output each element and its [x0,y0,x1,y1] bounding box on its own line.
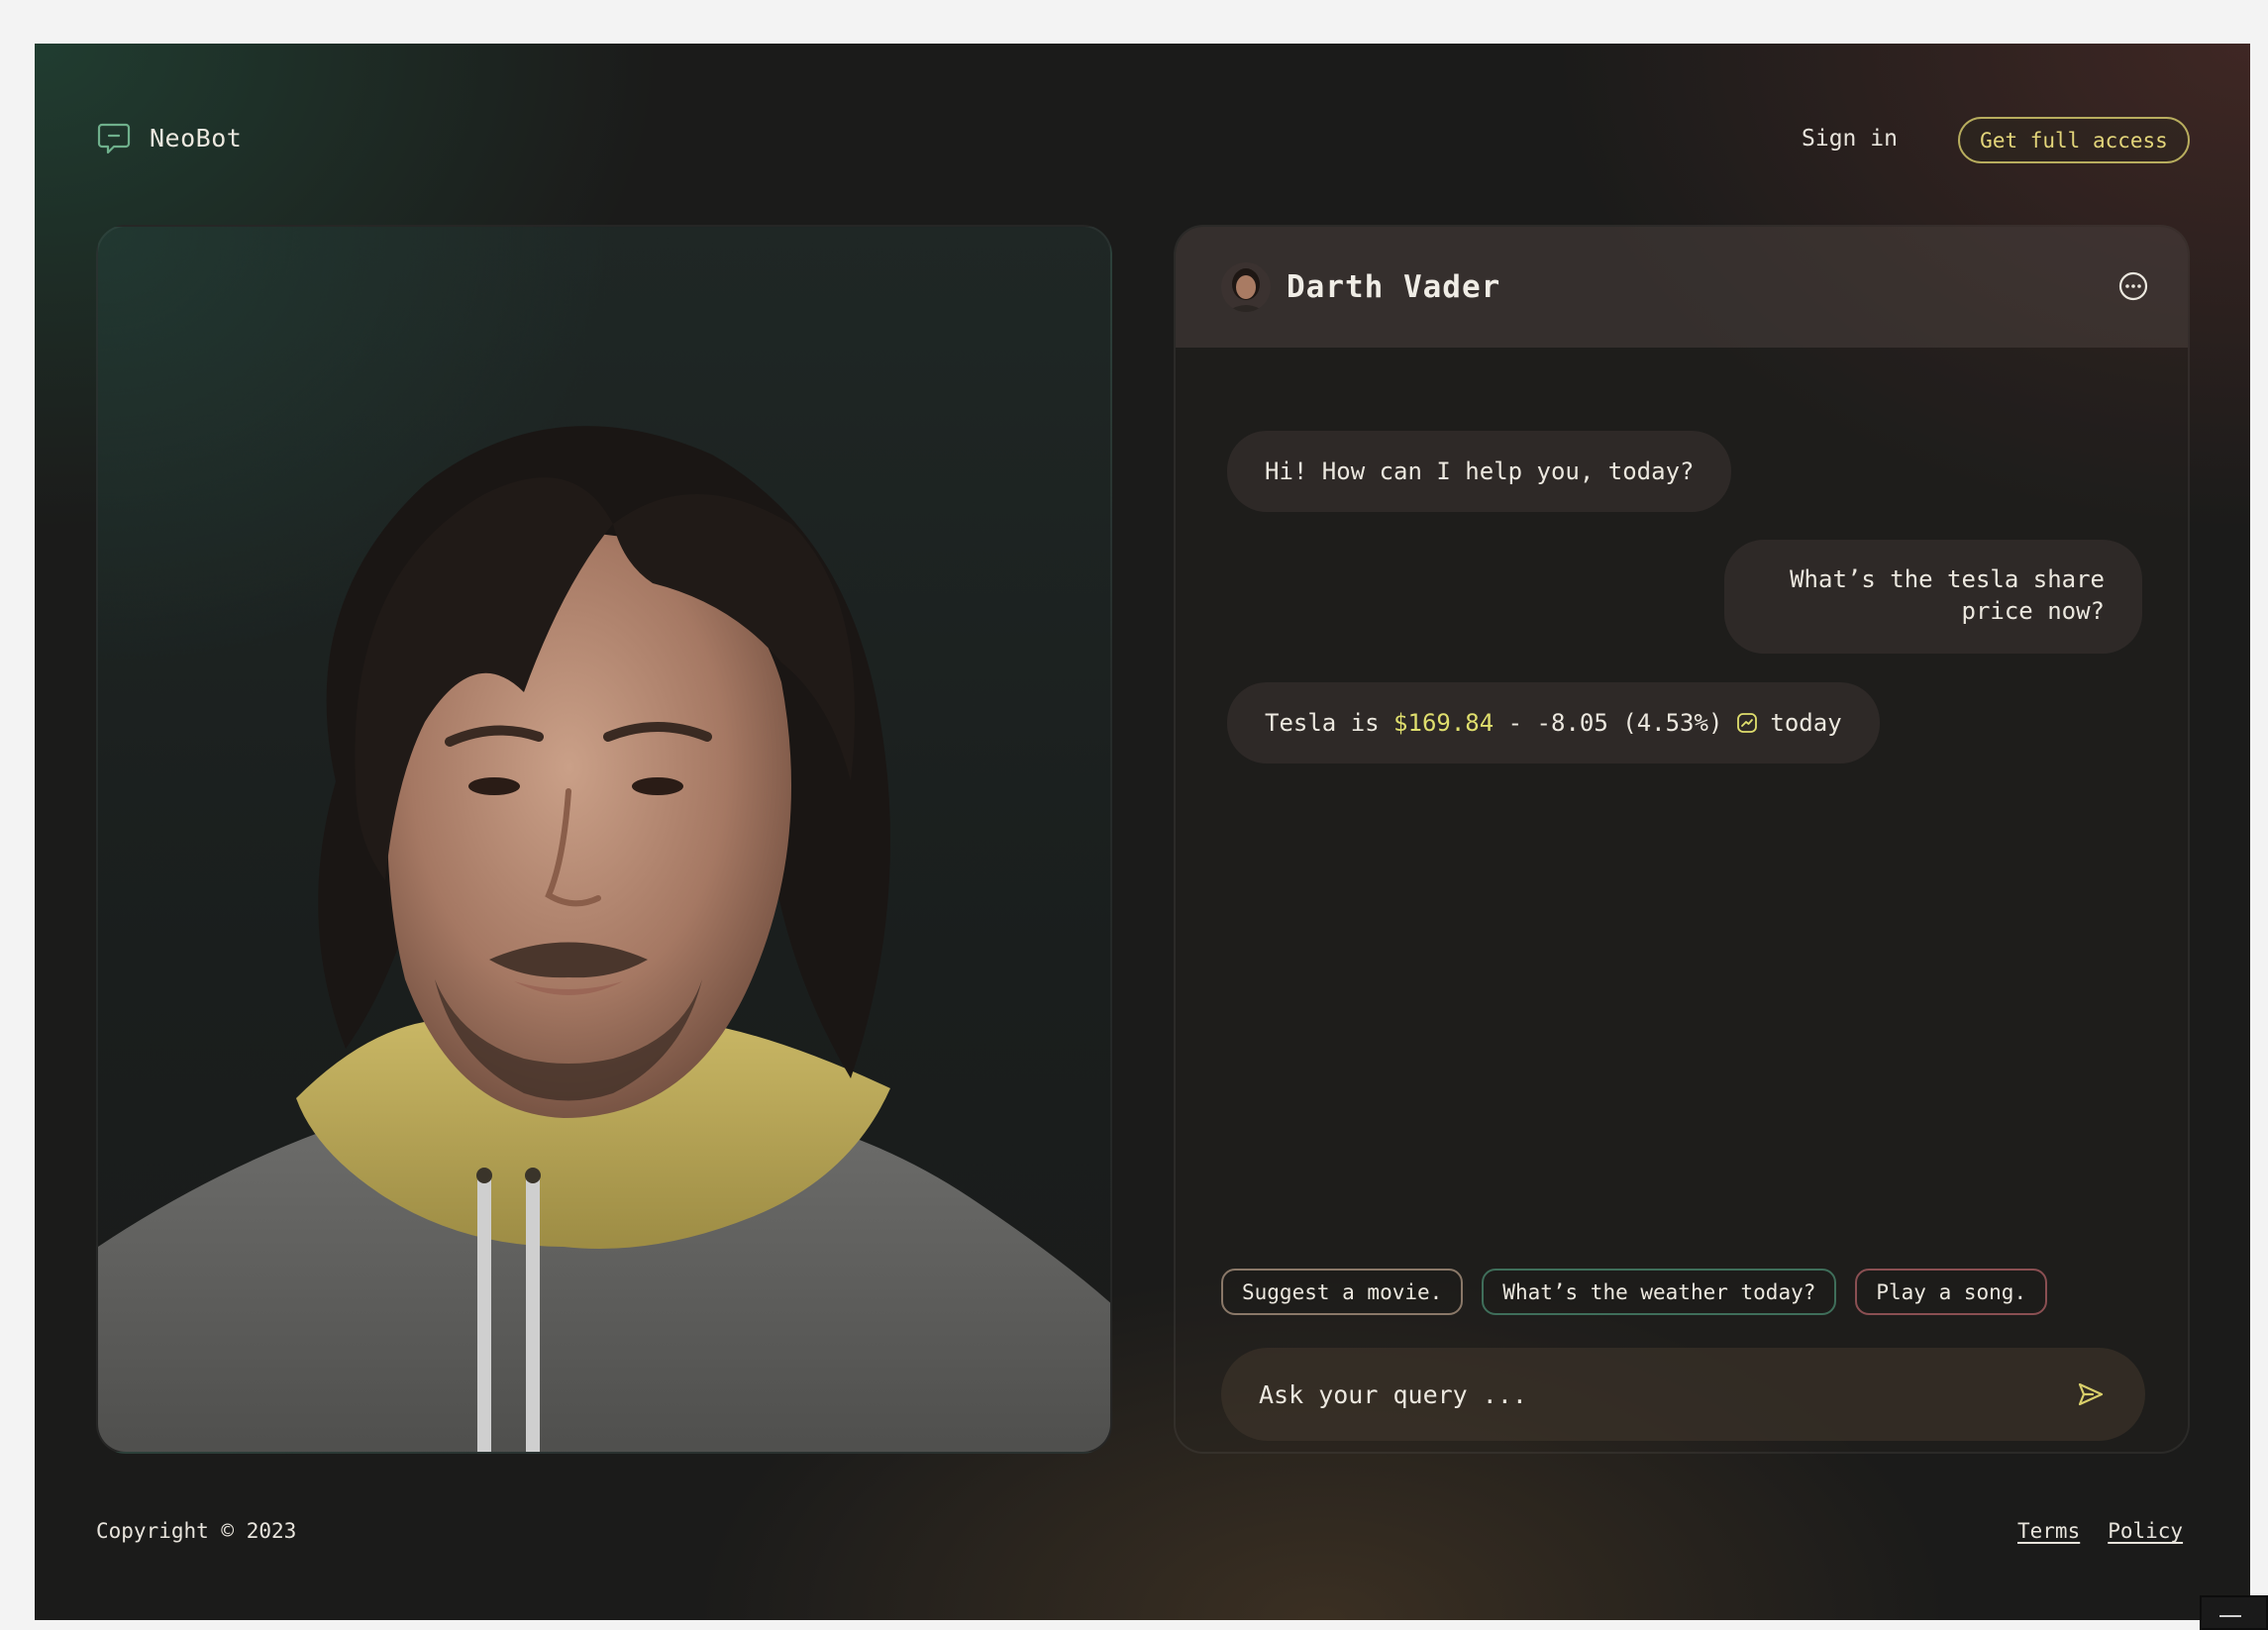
suggestion-chips: Suggest a movie. What’s the weather toda… [1221,1269,2048,1315]
bot-name: Darth Vader [1287,269,1501,305]
stock-change: - -8.05 (4.53%) [1494,709,1723,737]
stock-price: $169.84 [1393,709,1495,737]
suggestion-chip-weather[interactable]: What’s the weather today? [1482,1269,1837,1315]
message-suffix: today [1770,709,1842,737]
query-input[interactable] [1259,1379,2051,1409]
chat-panel: Darth Vader Hi! How can I help you, toda… [1174,225,2190,1454]
brand-name: NeoBot [150,123,243,153]
get-full-access-button[interactable]: Get full access [1958,117,2190,163]
footer-links: Terms Policy [2017,1519,2183,1543]
terms-link[interactable]: Terms [2017,1519,2080,1543]
suggestion-chip-movie[interactable]: Suggest a movie. [1221,1269,1464,1315]
user-message: What’s the tesla share price now? [1724,540,2142,654]
bot-message: Hi! How can I help you, today? [1227,431,1732,512]
policy-link[interactable]: Policy [2108,1519,2183,1543]
suggestion-chip-song[interactable]: Play a song. [1855,1269,2048,1315]
minimize-icon [2219,1615,2241,1617]
send-icon[interactable] [2075,1378,2107,1410]
stock-chart-icon [1737,713,1758,733]
avatar-portrait-image [98,426,1110,1452]
brand-logo[interactable]: NeoBot [96,120,242,155]
page-frame: NeoBot Sign in Get full access Darth Vad… [35,44,2250,1620]
bot-message: Tesla is $169.84 - -8.05 (4.53%) today [1227,682,1880,764]
query-bar [1221,1348,2145,1441]
chat-bubble-icon [97,123,131,154]
more-options-icon[interactable] [2116,269,2150,303]
minimize-widget[interactable] [2200,1595,2268,1630]
avatar-portrait-panel [96,225,1112,1454]
sign-in-link[interactable]: Sign in [1802,126,1898,152]
message-prefix: Tesla is [1265,709,1394,737]
avatar [1221,262,1271,312]
copyright-text: Copyright © 2023 [96,1519,297,1543]
chat-header: Darth Vader [1176,227,2188,348]
